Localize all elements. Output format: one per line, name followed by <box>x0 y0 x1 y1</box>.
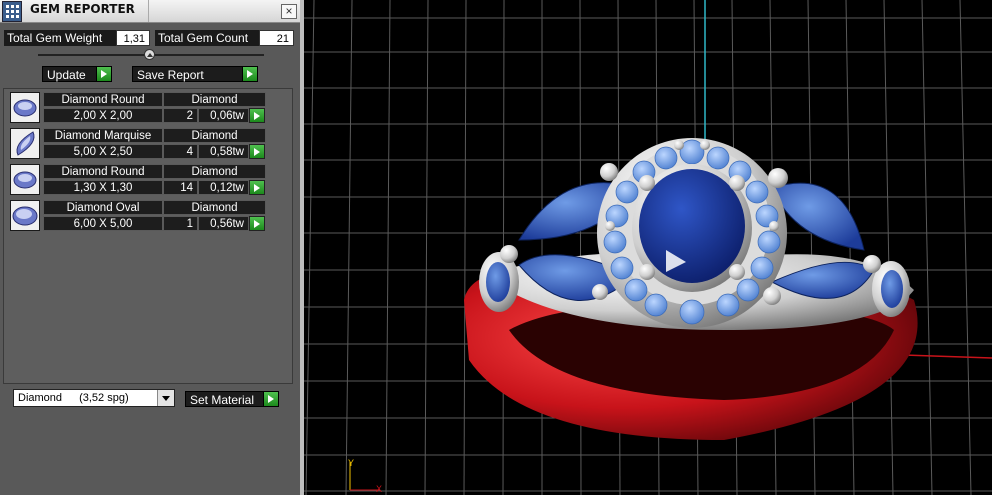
update-button-label: Update <box>47 68 86 82</box>
total-gem-count-label: Total Gem Count <box>155 30 262 46</box>
gem-row[interactable]: Diamond Round Diamond 1,30 X 1,30 14 0,1… <box>6 164 266 197</box>
round-gem-icon <box>10 92 40 123</box>
window-title: GEM REPORTER <box>30 2 135 16</box>
marquise-gem-icon <box>10 128 40 159</box>
gem-size: 2,00 X 2,00 <box>43 108 163 123</box>
axis-triad: Y X <box>348 458 382 494</box>
x-axis-label: X <box>376 484 382 494</box>
play-icon <box>242 67 257 81</box>
play-icon <box>263 392 278 406</box>
gem-quantity: 4 <box>163 144 198 159</box>
save-report-button-label: Save Report <box>137 68 204 82</box>
close-button[interactable]: × <box>281 4 297 19</box>
gem-name: Diamond Round <box>43 164 163 179</box>
gem-reporter-app-icon <box>2 1 22 22</box>
3d-viewport[interactable]: Y X <box>304 0 992 495</box>
gem-size: 5,00 X 2,50 <box>43 144 163 159</box>
gem-material: Diamond <box>163 164 266 179</box>
gem-size: 1,30 X 1,30 <box>43 180 163 195</box>
gem-weight: 0,12tw <box>198 180 249 195</box>
set-material-button[interactable]: Set Material <box>185 391 279 407</box>
update-button[interactable]: Update <box>42 66 112 82</box>
gem-row[interactable]: Diamond Oval Diamond 6,00 X 5,00 1 0,56t… <box>6 200 266 233</box>
gem-weight: 0,58tw <box>198 144 249 159</box>
total-gem-weight-label: Total Gem Weight <box>4 30 118 46</box>
title-divider <box>148 0 149 22</box>
title-bar[interactable]: GEM REPORTER × <box>0 0 300 23</box>
material-select-value: Diamond <box>18 392 63 404</box>
gem-quantity: 14 <box>163 180 198 195</box>
play-icon <box>96 67 111 81</box>
gem-row[interactable]: Diamond Marquise Diamond 5,00 X 2,50 4 0… <box>6 128 266 161</box>
gem-material: Diamond <box>163 92 266 107</box>
gem-quantity: 1 <box>163 216 198 231</box>
gem-name: Diamond Oval <box>43 200 163 215</box>
gem-reporter-panel: GEM REPORTER × Total Gem Weight 1,31 Tot… <box>0 0 304 495</box>
save-report-button[interactable]: Save Report <box>132 66 258 82</box>
gem-material: Diamond <box>163 128 266 143</box>
gem-weight: 0,56tw <box>198 216 249 231</box>
gem-size: 6,00 X 5,00 <box>43 216 163 231</box>
set-material-button-label: Set Material <box>190 393 255 407</box>
gem-quantity: 2 <box>163 108 198 123</box>
gem-name: Diamond Marquise <box>43 128 163 143</box>
chevron-down-icon[interactable] <box>157 390 174 406</box>
select-gem-button[interactable] <box>249 180 265 195</box>
select-gem-button[interactable] <box>249 144 265 159</box>
select-gem-button[interactable] <box>249 108 265 123</box>
material-select[interactable]: Diamond (3,52 spg) <box>13 389 175 407</box>
oval-gem-icon <box>10 200 40 231</box>
round-gem-icon <box>10 164 40 195</box>
gem-row[interactable]: Diamond Round Diamond 2,00 X 2,00 2 0,06… <box>6 92 266 125</box>
total-gem-weight-value: 1,31 <box>116 30 150 46</box>
panel-slider-handle[interactable] <box>144 49 155 60</box>
viewport-canvas: Y X <box>304 0 992 495</box>
y-axis-label: Y <box>348 458 354 468</box>
gem-weight: 0,06tw <box>198 108 249 123</box>
select-gem-button[interactable] <box>249 216 265 231</box>
material-density: (3,52 spg) <box>79 392 129 404</box>
gem-material: Diamond <box>163 200 266 215</box>
total-gem-count-value: 21 <box>259 30 294 46</box>
gem-name: Diamond Round <box>43 92 163 107</box>
